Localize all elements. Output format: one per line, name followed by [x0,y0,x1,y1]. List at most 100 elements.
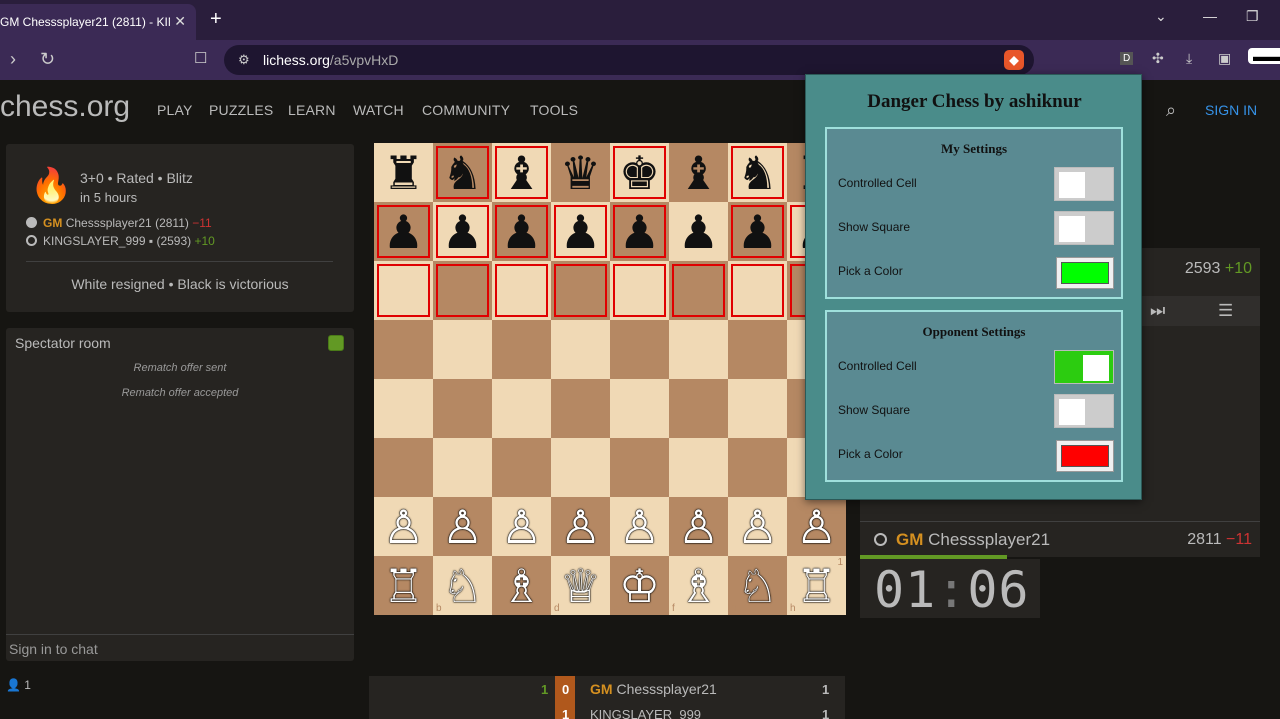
sign-in-link[interactable]: SIGN IN [1205,102,1257,118]
chess-piece[interactable]: ♜ [383,150,424,196]
board-square[interactable]: ♜ [374,143,433,202]
nav-puzzles[interactable]: PUZZLES [209,102,273,118]
board-square[interactable]: ♙ [669,497,728,556]
reload-icon[interactable]: ↻ [40,49,55,70]
chess-board[interactable]: ♜♞♝♛♚♝♞♜♟♟♟♟♟♟♟♟♙♙♙♙♙♙♙♙2♖a♘b♗c♕d♔e♗f♘g♖… [374,143,846,615]
my-color-picker[interactable] [1056,257,1114,289]
board-square[interactable] [610,261,669,320]
board-square[interactable]: ♖ h 1 [787,556,846,615]
bookmark-icon[interactable]: ☐ [194,49,207,67]
board-square[interactable] [669,320,728,379]
chess-piece[interactable]: ♟ [383,209,424,255]
chess-piece[interactable]: ♗ [501,563,542,609]
bottom-player[interactable]: GM Chesssplayer21 2811 −11 [860,521,1260,557]
forward-icon[interactable]: › [10,49,16,70]
board-square[interactable] [610,438,669,497]
crosstable-player[interactable]: GM Chesssplayer21 [590,681,717,697]
board-square[interactable] [610,379,669,438]
chess-piece[interactable]: ♞ [442,150,483,196]
board-square[interactable]: ♛ [551,143,610,202]
board-square[interactable]: ♙ [433,497,492,556]
crosstable-player[interactable]: KINGSLAYER_999 [590,707,701,719]
chess-piece[interactable]: ♟ [442,209,483,255]
extension-d-icon[interactable]: D [1120,52,1134,65]
board-square[interactable] [492,379,551,438]
board-square[interactable]: ♞ [728,143,787,202]
chess-piece[interactable]: ♕ [560,563,601,609]
board-square[interactable]: ♘ g [728,556,787,615]
board-square[interactable]: ♙ [374,497,433,556]
chess-piece[interactable]: ♖ [383,563,424,609]
chess-piece[interactable]: ♟ [501,209,542,255]
chess-piece[interactable]: ♞ [737,150,778,196]
brave-shield-icon[interactable]: ◆ [1004,50,1024,70]
board-square[interactable]: ♞ [433,143,492,202]
chess-piece[interactable]: ♚ [619,150,660,196]
chess-piece[interactable]: ♖ [796,563,837,609]
board-square[interactable] [551,261,610,320]
chess-piece[interactable]: ♔ [619,563,660,609]
chess-piece[interactable]: ♙ [737,504,778,550]
restore-icon[interactable]: ❐ [1246,8,1259,25]
board-square[interactable]: ♟ [669,202,728,261]
board-square[interactable] [374,261,433,320]
board-square[interactable] [551,438,610,497]
board-square[interactable]: ♘ b [433,556,492,615]
chess-piece[interactable]: ♘ [737,563,778,609]
search-icon[interactable]: ⌕ [1166,100,1176,121]
chess-piece[interactable]: ♟ [619,209,660,255]
chess-piece[interactable]: ♟ [737,209,778,255]
chess-piece[interactable]: ♙ [796,504,837,550]
address-bar[interactable]: ⚙ lichess.org/a5vpvHxD ◆ [224,45,1034,75]
nav-play[interactable]: PLAY [157,102,193,118]
last-move-icon[interactable]: ⏭ [1150,301,1165,321]
board-square[interactable] [728,438,787,497]
chat-input[interactable]: Sign in to chat [6,634,354,661]
white-player[interactable]: GM Chesssplayer21 (2811) −11 [26,216,212,230]
chevron-down-icon[interactable]: ⌄ [1155,8,1167,25]
board-square[interactable]: ♕ d [551,556,610,615]
chess-piece[interactable]: ♟ [560,209,601,255]
board-square[interactable] [492,438,551,497]
chess-piece[interactable]: ♙ [560,504,601,550]
board-square[interactable]: ♙ [728,497,787,556]
nav-community[interactable]: COMMUNITY [422,102,510,118]
board-square[interactable] [669,379,728,438]
minimize-icon[interactable]: — [1203,8,1217,24]
board-square[interactable]: ♗ c [492,556,551,615]
chess-piece[interactable]: ♝ [501,150,542,196]
close-tab-icon[interactable]: ✕ [174,13,186,30]
board-square[interactable]: ♖ a [374,556,433,615]
board-square[interactable]: ♔ e [610,556,669,615]
board-square[interactable] [374,438,433,497]
nav-tools[interactable]: TOOLS [530,102,578,118]
board-square[interactable] [728,261,787,320]
my-show-square-toggle[interactable] [1054,211,1114,245]
site-logo[interactable]: chess.org [0,90,130,124]
board-square[interactable]: ♝ [669,143,728,202]
extensions-puzzle-icon[interactable]: ✣ [1152,50,1164,67]
menu-icon[interactable]: ☰ [1218,301,1233,321]
board-square[interactable] [551,320,610,379]
board-square[interactable] [728,379,787,438]
board-square[interactable]: ♟ [551,202,610,261]
chess-piece[interactable]: ♙ [619,504,660,550]
board-square[interactable] [374,379,433,438]
board-square[interactable]: ♟ [492,202,551,261]
board-square[interactable] [728,320,787,379]
board-square[interactable]: ♝ [492,143,551,202]
chess-piece[interactable]: ♙ [383,504,424,550]
board-square[interactable]: ♟ [610,202,669,261]
board-square[interactable] [551,379,610,438]
board-square[interactable] [669,438,728,497]
profile-glasses-icon[interactable]: ▬▬ [1248,48,1280,64]
board-square[interactable] [433,379,492,438]
download-icon[interactable]: ⤓ [1186,50,1192,67]
board-square[interactable]: ♙ [551,497,610,556]
board-square[interactable] [610,320,669,379]
sidebar-icon[interactable]: ▣ [1218,50,1231,67]
board-square[interactable] [433,320,492,379]
opp-controlled-cell-toggle[interactable] [1054,350,1114,384]
nav-learn[interactable]: LEARN [288,102,336,118]
board-square[interactable]: ♙ [492,497,551,556]
